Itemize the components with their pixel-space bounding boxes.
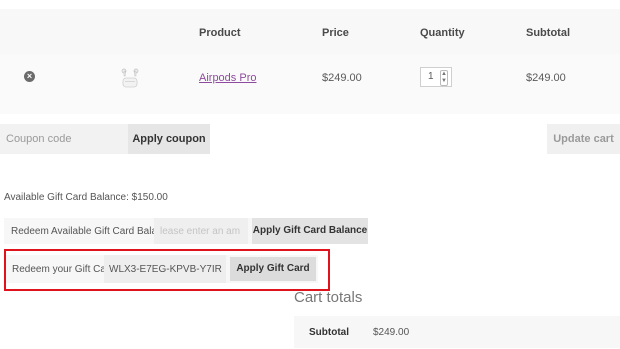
quantity-value: 1 bbox=[428, 71, 434, 82]
item-price: $249.00 bbox=[322, 72, 362, 84]
remove-item-icon[interactable]: × bbox=[24, 71, 35, 82]
header-quantity: Quantity bbox=[420, 27, 465, 39]
header-price: Price bbox=[322, 27, 349, 39]
header-product: Product bbox=[199, 27, 241, 39]
cart-totals-title: Cart totals bbox=[294, 289, 363, 306]
quantity-stepper[interactable]: 1 ▲ ▼ bbox=[420, 67, 452, 87]
cart-totals-table: Subtotal $249.00 bbox=[294, 316, 620, 348]
totals-subtotal-value: $249.00 bbox=[373, 327, 410, 338]
spinner-arrows-icon[interactable]: ▲ ▼ bbox=[440, 70, 448, 86]
gift-card-balance-text: Available Gift Card Balance: $150.00 bbox=[4, 192, 168, 203]
cart-table-header: Product Price Quantity Subtotal bbox=[0, 9, 620, 54]
apply-gift-card-balance-button[interactable]: Apply Gift Card Balance bbox=[252, 218, 368, 244]
product-link[interactable]: Airpods Pro bbox=[199, 72, 256, 84]
redeem-balance-label: Redeem Available Gift Card Balance bbox=[11, 226, 174, 237]
apply-coupon-button[interactable]: Apply coupon bbox=[128, 124, 210, 154]
table-row: × Airpods Pro $249.00 1 ▲ ▼ $249.00 bbox=[0, 54, 620, 114]
coupon-code-input[interactable] bbox=[0, 124, 128, 154]
cart-table: Product Price Quantity Subtotal × Airpod… bbox=[0, 9, 620, 114]
totals-subtotal-label: Subtotal bbox=[309, 327, 349, 338]
coupon-row: Apply coupon Update cart bbox=[0, 124, 620, 154]
airpods-thumbnail-icon[interactable] bbox=[118, 66, 142, 90]
balance-amount-input[interactable] bbox=[154, 218, 248, 244]
redeem-balance-row: Redeem Available Gift Card Balance Apply… bbox=[4, 218, 368, 244]
item-subtotal: $249.00 bbox=[526, 72, 566, 84]
update-cart-button[interactable]: Update cart bbox=[547, 124, 620, 154]
header-subtotal: Subtotal bbox=[526, 27, 570, 39]
highlight-box bbox=[4, 249, 330, 291]
